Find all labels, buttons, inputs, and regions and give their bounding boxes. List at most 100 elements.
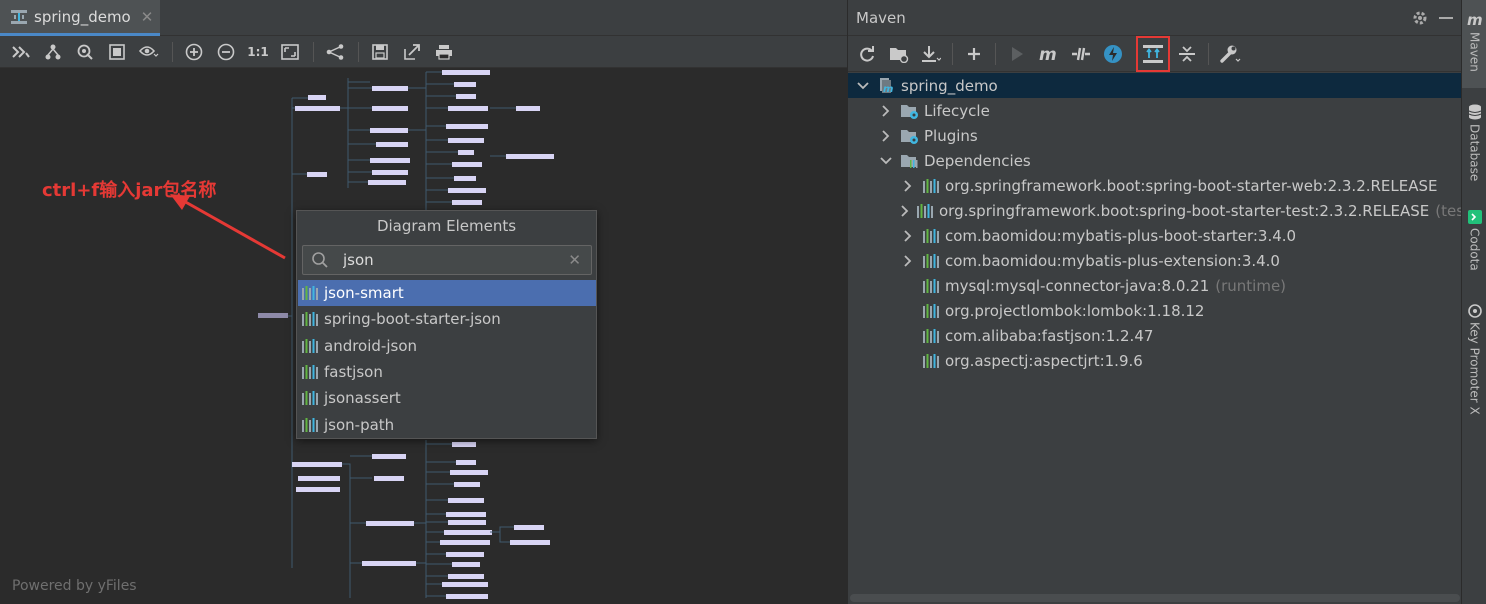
graph-node[interactable] [370, 158, 410, 163]
graph-node[interactable] [370, 128, 408, 133]
graph-node[interactable] [450, 470, 488, 475]
graph-node[interactable] [506, 154, 554, 159]
download-sources-button[interactable] [918, 41, 944, 67]
chevron-down-icon[interactable] [879, 154, 893, 168]
add-maven-project-button[interactable] [961, 41, 987, 67]
chevron-right-icon[interactable] [901, 254, 915, 268]
graph-node[interactable] [456, 94, 476, 99]
graph-node[interactable] [366, 521, 414, 526]
graph-node[interactable] [446, 552, 484, 557]
dependency-row[interactable]: com.alibaba:fastjson:1.2.47 [848, 323, 1462, 348]
graph-node[interactable] [454, 82, 476, 87]
strip-tab-maven[interactable]: m Maven [1462, 0, 1486, 88]
export-button[interactable] [399, 40, 425, 64]
horizontal-scrollbar[interactable] [850, 594, 1460, 602]
graph-node[interactable] [446, 124, 488, 129]
share-button[interactable] [322, 40, 348, 64]
dependency-row[interactable]: com.baomidou:mybatis-plus-extension:3.4.… [848, 248, 1462, 273]
strip-tab-key-promoter[interactable]: Key Promoter X [1462, 300, 1486, 425]
graph-node[interactable] [452, 162, 482, 167]
show-dependencies-button[interactable] [1136, 35, 1170, 72]
graph-node[interactable] [374, 476, 404, 481]
dependency-row[interactable]: org.springframework.boot:spring-boot-sta… [848, 198, 1470, 223]
collapse-all-button[interactable] [8, 40, 34, 64]
graph-node[interactable] [308, 95, 326, 100]
chevron-right-icon[interactable] [879, 104, 893, 118]
execute-maven-goal-button[interactable]: m [1036, 41, 1062, 67]
graph-node[interactable] [446, 512, 486, 517]
print-button[interactable] [431, 40, 457, 64]
graph-node[interactable] [372, 86, 408, 91]
graph-node[interactable] [448, 106, 488, 111]
tab-spring-demo[interactable]: spring_demo ✕ [0, 0, 160, 36]
zoom-out-button[interactable] [213, 40, 239, 64]
graph-node[interactable] [372, 454, 406, 459]
graph-node[interactable] [372, 106, 408, 111]
layout-button[interactable] [40, 40, 66, 64]
graph-node[interactable] [448, 574, 484, 579]
chevron-right-icon[interactable] [879, 129, 893, 143]
graph-node[interactable] [440, 540, 490, 545]
gear-icon[interactable] [1411, 9, 1429, 27]
graph-node[interactable] [368, 180, 406, 185]
fit-page-button[interactable] [277, 40, 303, 64]
graph-node[interactable] [516, 106, 540, 111]
dependency-row[interactable]: mysql:mysql-connector-java:8.0.21 (runti… [848, 273, 1462, 298]
tree-node-dependencies[interactable]: Dependencies [848, 148, 1462, 173]
popup-item-fastjson[interactable]: fastjson [298, 359, 596, 385]
tree-node-plugins[interactable]: Plugins [848, 123, 1462, 148]
graph-node[interactable] [296, 487, 340, 492]
graph-node[interactable] [452, 442, 476, 447]
popup-item-json-smart[interactable]: json-smart [298, 280, 596, 307]
reload-projects-button[interactable] [854, 41, 880, 67]
dependency-row[interactable]: org.aspectj:aspectjrt:1.9.6 [848, 348, 1462, 373]
strip-tab-codota[interactable]: Codota [1462, 206, 1486, 286]
popup-item-jsonassert[interactable]: jsonassert [298, 385, 596, 411]
view-options-button[interactable] [136, 40, 162, 64]
dependency-row[interactable]: com.baomidou:mybatis-plus-boot-starter:3… [848, 223, 1462, 248]
search-input[interactable] [343, 251, 563, 269]
toggle-offline-mode-button[interactable] [1068, 41, 1094, 67]
dependency-row[interactable]: org.springframework.boot:spring-boot-sta… [848, 173, 1462, 198]
graph-node[interactable] [456, 460, 476, 465]
chevron-right-icon[interactable] [901, 204, 909, 218]
graph-node[interactable] [295, 106, 340, 111]
graph-node[interactable] [454, 176, 476, 181]
zoom-in-button[interactable] [181, 40, 207, 64]
graph-node[interactable] [307, 172, 327, 177]
graph-node[interactable] [258, 313, 288, 318]
run-maven-build-button[interactable] [1004, 41, 1030, 67]
actual-size-button[interactable]: 1:1 [245, 40, 271, 64]
graph-node[interactable] [442, 582, 488, 587]
popup-item-android-json[interactable]: android-json [298, 333, 596, 359]
graph-node[interactable] [292, 462, 342, 467]
popup-item-json-path[interactable]: json-path [298, 411, 596, 437]
graph-node[interactable] [298, 476, 340, 481]
strip-tab-database[interactable]: Database [1462, 100, 1486, 190]
graph-node[interactable] [458, 150, 474, 155]
save-diagram-button[interactable] [367, 40, 393, 64]
skip-tests-button[interactable] [1100, 41, 1126, 67]
graph-node[interactable] [448, 520, 486, 525]
graph-node[interactable] [448, 498, 484, 503]
graph-node[interactable] [442, 70, 490, 75]
graph-node[interactable] [376, 142, 408, 147]
graph-node[interactable] [362, 561, 416, 566]
graph-node[interactable] [452, 562, 480, 567]
maven-settings-button[interactable] [1217, 41, 1243, 67]
dependency-row[interactable]: org.projectlombok:lombok:1.18.12 [848, 298, 1462, 323]
graph-node[interactable] [448, 188, 486, 193]
chevron-down-icon[interactable] [856, 79, 870, 93]
tab-close-icon[interactable]: ✕ [141, 8, 154, 26]
graph-node[interactable] [372, 170, 408, 175]
clear-search-icon[interactable]: ✕ [568, 251, 581, 269]
graph-node[interactable] [444, 530, 492, 535]
tree-node-lifecycle[interactable]: Lifecycle [848, 98, 1462, 123]
minimize-icon[interactable] [1439, 17, 1453, 19]
collapse-all-button[interactable] [1174, 41, 1200, 67]
chevron-right-icon[interactable] [901, 179, 915, 193]
tree-node-root[interactable]: m spring_demo [848, 73, 1462, 98]
popup-item-spring-boot-starter-json[interactable]: spring-boot-starter-json [298, 306, 596, 332]
chevron-right-icon[interactable] [901, 229, 915, 243]
select-target-button[interactable] [72, 40, 98, 64]
